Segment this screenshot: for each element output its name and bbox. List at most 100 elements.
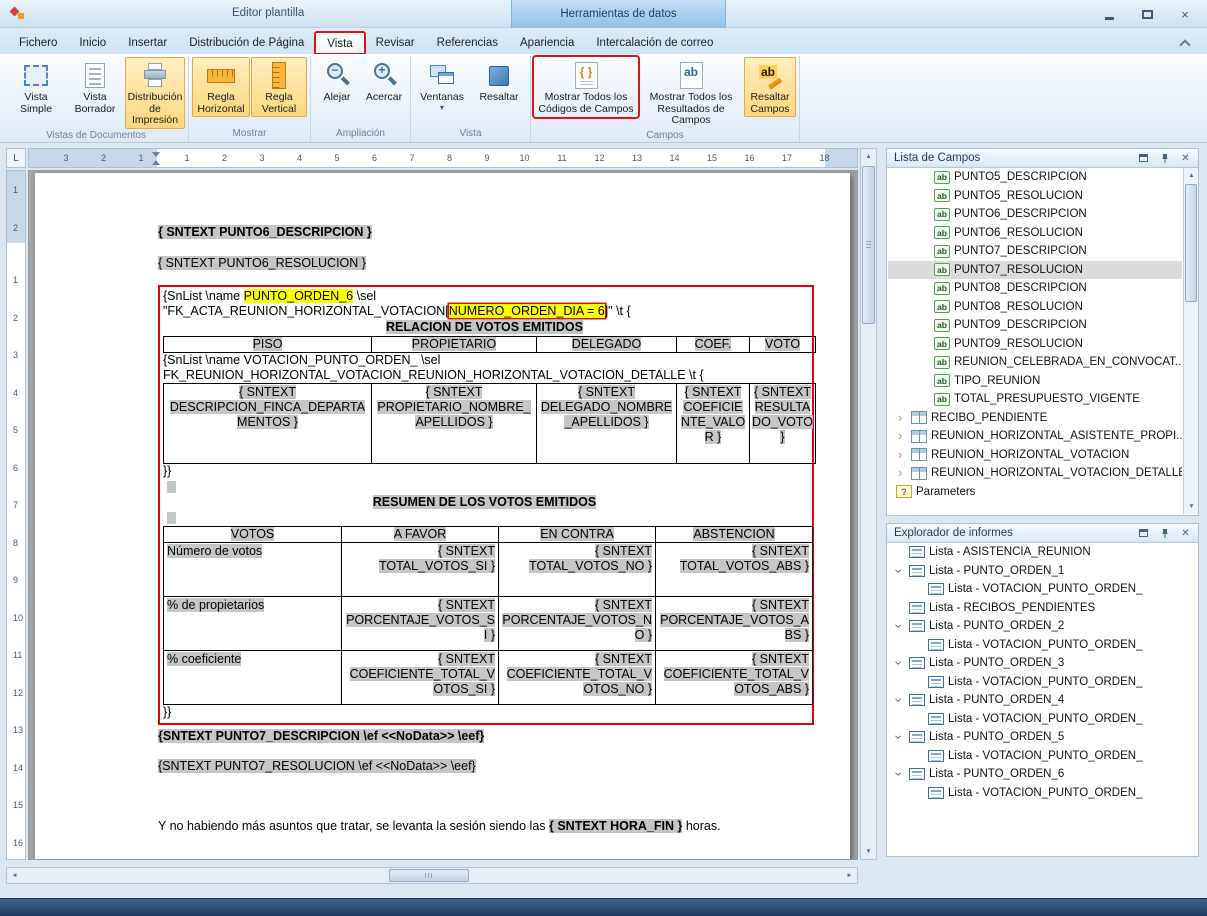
field-list-item[interactable]: abPUNTO5_DESCRIPCION <box>888 168 1182 187</box>
tab-inicio[interactable]: Inicio <box>68 32 117 54</box>
regla-vertical-button[interactable]: Regla Vertical <box>251 57 307 117</box>
scrollbar-thumb[interactable] <box>1185 184 1197 302</box>
tab-revisar[interactable]: Revisar <box>365 32 426 54</box>
pin-icon[interactable] <box>1157 526 1172 540</box>
horizontal-ruler[interactable]: 321123456789101112131415161718 <box>28 148 858 168</box>
vertical-scrollbar-thumb[interactable] <box>862 166 875 324</box>
maximize-button[interactable] <box>1135 5 1159 23</box>
regla-horizontal-button[interactable]: Regla Horizontal <box>192 57 250 117</box>
left-indent-marker[interactable] <box>152 160 160 165</box>
field-list-item[interactable]: abPUNTO7_DESCRIPCION <box>888 242 1182 261</box>
document-horizontal-scrollbar[interactable]: ◄ ► <box>6 867 858 884</box>
collapse-ribbon-button[interactable] <box>1179 37 1191 47</box>
field-list-item[interactable]: REUNION_HORIZONTAL_VOTACION_DETALLE <box>888 464 1182 483</box>
report-tree-item[interactable]: Lista - PUNTO_ORDEN_4 <box>888 691 1197 710</box>
report-tree-item[interactable]: Lista - VOTACION_PUNTO_ORDEN_ <box>888 747 1197 766</box>
document-viewport[interactable]: { SNTEXT PUNTO6_DESCRIPCION } { SNTEXT P… <box>28 170 858 860</box>
field-code-punto7-descripcion[interactable]: {SNTEXT PUNTO7_DESCRIPCION \ef <<NoData>… <box>158 729 484 743</box>
field-list-item[interactable]: abPUNTO6_RESOLUCION <box>888 224 1182 243</box>
acercar-button[interactable]: + Acercar <box>361 57 407 106</box>
report-tree-item[interactable]: Lista - PUNTO_ORDEN_2 <box>888 617 1197 636</box>
chevron-expanded-icon[interactable] <box>894 768 905 780</box>
report-tree-item[interactable]: Lista - VOTACION_PUNTO_ORDEN_ <box>888 784 1197 803</box>
field-list-item[interactable]: abPUNTO9_DESCRIPCION <box>888 316 1182 335</box>
chevron-expanded-icon[interactable] <box>894 565 905 577</box>
report-tree-item[interactable]: Lista - VOTACION_PUNTO_ORDEN_ <box>888 636 1197 655</box>
report-tree-item[interactable]: Lista - VOTACION_PUNTO_ORDEN_ <box>888 710 1197 729</box>
document-vertical-scrollbar[interactable]: ▲ ▼ <box>860 148 877 860</box>
close-panel-icon[interactable]: ✕ <box>1178 526 1193 540</box>
vista-borrador-button[interactable]: Vista Borrador <box>66 57 124 117</box>
tab-stop-selector[interactable]: L <box>6 148 26 168</box>
resaltar-campos-button[interactable]: Resaltar Campos <box>744 57 796 117</box>
field-list-item[interactable]: REUNION_HORIZONTAL_VOTACION <box>888 446 1182 465</box>
highlighted-list-name[interactable]: PUNTO_ORDEN_6 <box>244 289 354 303</box>
scroll-up-arrow[interactable]: ▲ <box>861 149 876 164</box>
document-page[interactable]: { SNTEXT PUNTO6_DESCRIPCION } { SNTEXT P… <box>35 173 850 860</box>
field-code-punto7-resolucion[interactable]: {SNTEXT PUNTO7_RESOLUCION \ef <<NoData>>… <box>158 759 476 773</box>
float-panel-icon[interactable] <box>1136 151 1151 165</box>
first-line-indent-marker[interactable] <box>152 152 160 157</box>
field-code-punto6-descripcion[interactable]: { SNTEXT PUNTO6_DESCRIPCION } <box>158 225 372 239</box>
ventanas-button[interactable]: Ventanas ▾ <box>414 57 470 113</box>
field-code-punto6-resolucion[interactable]: { SNTEXT PUNTO6_RESOLUCION } <box>158 256 366 270</box>
ruler-number: 11 <box>557 153 566 163</box>
horizontal-scrollbar-thumb[interactable] <box>389 869 469 882</box>
chevron-right-icon[interactable] <box>896 430 907 442</box>
mostrar-resultados-campos-button[interactable]: Mostrar Todos los Resultados de Campos <box>639 57 743 129</box>
chevron-right-icon[interactable] <box>896 467 907 479</box>
alejar-button[interactable]: − Alejar <box>314 57 360 106</box>
mostrar-codigos-campos-button[interactable]: Mostrar Todos los Códigos de Campos <box>534 57 638 117</box>
field-list-item[interactable]: abPUNTO8_RESOLUCION <box>888 298 1182 317</box>
field-list-item[interactable]: abREUNION_CELEBRADA_EN_CONVOCAT... <box>888 353 1182 372</box>
scroll-up-arrow[interactable]: ▲ <box>1184 168 1199 183</box>
report-tree-item[interactable]: Lista - PUNTO_ORDEN_1 <box>888 562 1197 581</box>
chevron-right-icon[interactable] <box>896 412 907 424</box>
field-list-item[interactable]: abPUNTO6_DESCRIPCION <box>888 205 1182 224</box>
field-list-item[interactable]: abTIPO_REUNION <box>888 372 1182 391</box>
minimize-button[interactable] <box>1097 5 1121 23</box>
close-panel-icon[interactable]: ✕ <box>1178 151 1193 165</box>
vista-simple-button[interactable]: Vista Simple <box>7 57 65 117</box>
chevron-right-icon[interactable] <box>896 449 907 461</box>
tab-referencias[interactable]: Referencias <box>426 32 509 54</box>
field-list-item[interactable]: abTOTAL_PRESUPUESTO_VIGENTE <box>888 390 1182 409</box>
field-code-hora-fin[interactable]: { SNTEXT HORA_FIN } <box>549 819 682 833</box>
fields-scrollbar[interactable]: ▲ ▼ <box>1183 168 1198 514</box>
report-tree-item[interactable]: Lista - VOTACION_PUNTO_ORDEN_ <box>888 673 1197 692</box>
vertical-ruler[interactable]: 1212345678910111213141516 <box>6 170 26 860</box>
chevron-expanded-icon[interactable] <box>894 694 905 706</box>
float-panel-icon[interactable] <box>1136 526 1151 540</box>
chevron-expanded-icon[interactable] <box>894 657 905 669</box>
report-tree-item[interactable]: Lista - PUNTO_ORDEN_5 <box>888 728 1197 747</box>
chevron-expanded-icon[interactable] <box>894 620 905 632</box>
scroll-down-arrow[interactable]: ▼ <box>861 844 876 859</box>
field-list-item[interactable]: abPUNTO9_RESOLUCION <box>888 335 1182 354</box>
tab-vista[interactable]: Vista <box>315 32 364 54</box>
field-list-item[interactable]: abPUNTO8_DESCRIPCION <box>888 279 1182 298</box>
resaltar-button[interactable]: Resaltar <box>471 57 527 106</box>
tab-fichero[interactable]: Fichero <box>8 32 68 54</box>
distribucion-impresion-button[interactable]: Distribución de Impresión <box>125 57 185 129</box>
report-tree-item[interactable]: Lista - VOTACION_PUNTO_ORDEN_ <box>888 580 1197 599</box>
report-tree-item[interactable]: Lista - ASISTENCIA_REUNION <box>888 543 1197 562</box>
field-list-item[interactable]: ?Parameters <box>888 483 1182 502</box>
tab-insertar[interactable]: Insertar <box>117 32 178 54</box>
scroll-left-arrow[interactable]: ◄ <box>7 868 22 883</box>
report-tree-item[interactable]: Lista - RECIBOS_PENDIENTES <box>888 599 1197 618</box>
scroll-down-arrow[interactable]: ▼ <box>1184 499 1199 514</box>
chevron-expanded-icon[interactable] <box>894 731 905 743</box>
scroll-right-arrow[interactable]: ► <box>842 868 857 883</box>
tab-apariencia[interactable]: Apariencia <box>509 32 585 54</box>
tab-distribucion-pagina[interactable]: Distribución de Página <box>178 32 315 54</box>
field-list-item[interactable]: RECIBO_PENDIENTE <box>888 409 1182 428</box>
report-tree-item[interactable]: Lista - PUNTO_ORDEN_6 <box>888 765 1197 784</box>
close-button[interactable]: × <box>1173 5 1197 23</box>
field-list-item[interactable]: REUNION_HORIZONTAL_ASISTENTE_PROPI... <box>888 427 1182 446</box>
tab-intercalacion-correo[interactable]: Intercalación de correo <box>585 32 724 54</box>
highlighted-filter-condition[interactable]: NUMERO_ORDEN_DIA = 6 <box>449 304 605 318</box>
report-tree-item[interactable]: Lista - PUNTO_ORDEN_3 <box>888 654 1197 673</box>
field-list-item[interactable]: abPUNTO7_RESOLUCION <box>888 261 1182 280</box>
field-list-item[interactable]: abPUNTO5_RESOLUCION <box>888 187 1182 206</box>
pin-icon[interactable] <box>1157 151 1172 165</box>
